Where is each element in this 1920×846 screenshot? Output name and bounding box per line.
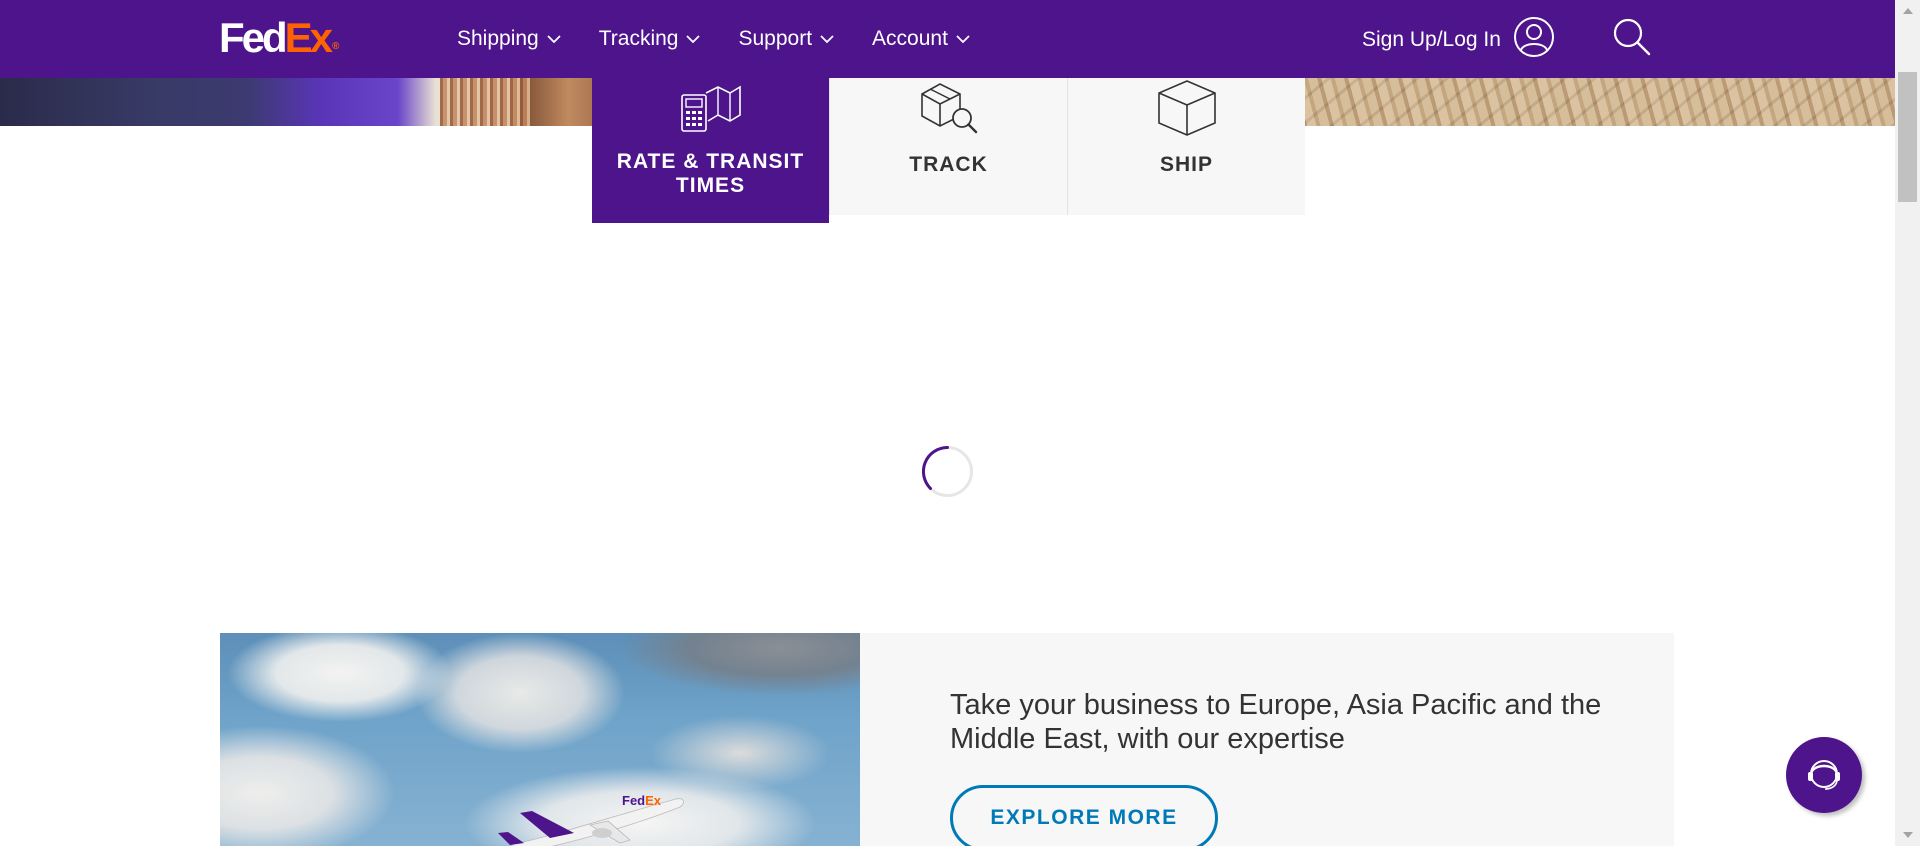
- chevron-down-icon: [686, 34, 701, 43]
- tile-rate-transit-times-label: RATE & TRANSIT TIMES: [616, 150, 805, 197]
- svg-text:FedEx: FedEx: [622, 793, 662, 808]
- quick-action-tiles: RATE & TRANSIT TIMES TRACK SHIP: [592, 78, 1305, 223]
- hero-stone-texture: [1303, 78, 1895, 126]
- tile-ship[interactable]: SHIP: [1067, 78, 1305, 215]
- tile-track[interactable]: TRACK: [829, 78, 1067, 215]
- hero-ornament-decoration: [440, 78, 530, 126]
- nav-account-label: Account: [872, 27, 948, 50]
- tile-track-label: TRACK: [909, 153, 988, 176]
- chevron-down-icon: [820, 34, 834, 43]
- logo-ex-text: Ex: [284, 14, 333, 61]
- tile-ship-label: SHIP: [1159, 153, 1213, 176]
- page-scrollbar[interactable]: [1895, 0, 1920, 846]
- loading-spinner-icon: [921, 445, 973, 497]
- nav-support[interactable]: Support: [738, 27, 834, 51]
- nav-tracking-label: Tracking: [598, 27, 679, 50]
- fedex-plane-graphic: FedEx: [498, 793, 684, 846]
- logo-fed-text: Fed: [219, 14, 288, 61]
- promo-plane-image: FedEx: [220, 633, 860, 846]
- fedex-logo[interactable]: FedEx ®: [219, 14, 340, 71]
- track-package-icon: [918, 78, 980, 138]
- nav-shipping-label: Shipping: [457, 27, 539, 50]
- explore-more-button[interactable]: EXPLORE MORE: [950, 785, 1218, 846]
- sign-up-login-label: Sign Up/Log In: [1362, 28, 1501, 51]
- promo-headline: Take your business to Europe, Asia Pacif…: [950, 689, 1602, 755]
- rate-calculator-icon: [680, 78, 742, 138]
- nav-support-label: Support: [738, 27, 813, 50]
- search-icon[interactable]: [1612, 17, 1652, 57]
- main-nav: Shipping Tracking Support Account: [457, 0, 970, 78]
- scroll-up-arrow-icon[interactable]: [1895, 0, 1920, 22]
- nav-tracking[interactable]: Tracking: [599, 27, 701, 51]
- scrollbar-thumb[interactable]: [1898, 72, 1917, 202]
- user-account-icon: [1513, 17, 1554, 57]
- chevron-down-icon: [956, 34, 970, 43]
- nav-shipping[interactable]: Shipping: [457, 27, 561, 51]
- tile-rate-transit-times[interactable]: RATE & TRANSIT TIMES: [592, 78, 829, 223]
- chevron-down-icon: [547, 34, 561, 43]
- logo-registered-mark: ®: [332, 41, 340, 52]
- scroll-down-arrow-icon[interactable]: [1895, 824, 1920, 846]
- promo-banner: FedEx Take your business to Europe, Asia…: [220, 633, 1674, 846]
- ship-box-icon: [1157, 78, 1217, 138]
- nav-account[interactable]: Account: [872, 27, 970, 51]
- top-navigation-bar: FedEx ® Shipping Tracking Support Account…: [0, 0, 1895, 78]
- chat-support-button[interactable]: [1786, 737, 1862, 813]
- sign-up-login-link[interactable]: Sign Up/Log In: [1362, 17, 1555, 58]
- chat-agent-icon: [1808, 760, 1840, 790]
